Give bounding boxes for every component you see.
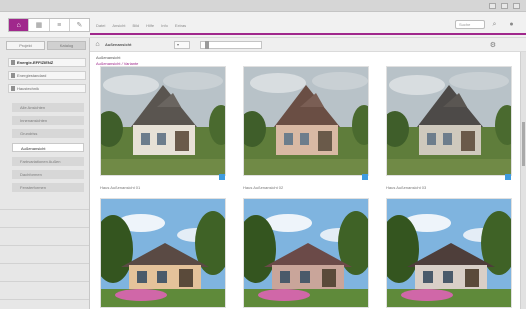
sidebar-divider xyxy=(0,299,89,300)
sidebar: Projekt Katalog Energie-EFFIZIENZ Energi… xyxy=(0,38,90,309)
window-controls xyxy=(489,3,520,9)
house-render-thumbnail[interactable] xyxy=(100,66,226,176)
sidebar-divider xyxy=(0,209,89,210)
tab-project[interactable]: Projekt xyxy=(6,41,45,50)
menu-item[interactable]: Hilfe xyxy=(146,23,154,28)
image-caption: Haus Außenansicht 03 xyxy=(386,185,427,190)
menu-item[interactable]: Info xyxy=(161,23,168,28)
folder-icon xyxy=(11,73,15,78)
house-render-thumbnail[interactable] xyxy=(100,198,226,308)
toolbar-icon-group: ⌂ ▦ ≡ ✎ xyxy=(8,18,90,32)
user-icon[interactable]: ● xyxy=(507,20,516,29)
image-caption: Haus Außenansicht 01 xyxy=(100,185,141,190)
sidebar-divider xyxy=(0,263,89,264)
selection-badge[interactable] xyxy=(362,174,368,180)
folder-icon xyxy=(11,60,15,65)
window-title xyxy=(240,3,286,9)
main-toolbar: ⌂ ▦ ≡ ✎ Datei Ansicht Bild Hilfe Info Ex… xyxy=(0,12,526,38)
grid-icon[interactable]: ▦ xyxy=(29,19,50,31)
menu-item[interactable]: Ansicht xyxy=(112,23,125,28)
view-dropdown[interactable]: ▾ xyxy=(174,41,190,49)
sidebar-divider xyxy=(0,227,89,228)
sidebar-item[interactable]: Alle Ansichten xyxy=(12,103,84,112)
selection-badge[interactable] xyxy=(219,174,225,180)
sidebar-item[interactable]: Innenansichten xyxy=(12,116,84,125)
tools-icon[interactable]: ✎ xyxy=(70,19,89,31)
tab-catalog[interactable]: Katalog xyxy=(47,41,86,50)
menu-item[interactable]: Extras xyxy=(175,23,186,28)
minimize-button[interactable] xyxy=(489,3,496,9)
zoom-slider-knob[interactable] xyxy=(205,41,209,49)
sidebar-section-standard[interactable]: Energiestandard xyxy=(8,71,86,80)
search-icon[interactable]: ⌕ xyxy=(490,20,499,29)
sidebar-divider xyxy=(0,281,89,282)
maximize-button[interactable] xyxy=(501,3,508,9)
accent-divider xyxy=(90,33,526,35)
breadcrumb-primary[interactable]: Außenansicht xyxy=(96,55,120,60)
content-header: ⌂ Außenansicht ▾ ⚙ xyxy=(90,38,526,52)
zoom-slider[interactable] xyxy=(200,41,262,49)
sidebar-section-label: Haustechnik xyxy=(17,86,40,91)
sidebar-section-energy[interactable]: Energie-EFFIZIENZ xyxy=(8,58,86,67)
house-render-thumbnail[interactable] xyxy=(243,198,369,308)
sidebar-item[interactable]: Farbvariationen Außen xyxy=(12,157,84,166)
sidebar-tabs: Projekt Katalog xyxy=(6,41,86,50)
sidebar-section-label: Energiestandard xyxy=(17,73,47,78)
sidebar-item-selected[interactable]: Außenansicht xyxy=(12,143,84,152)
sidebar-item[interactable]: Dachformen xyxy=(12,170,84,179)
house-render-thumbnail[interactable] xyxy=(243,66,369,176)
layers-icon[interactable]: ≡ xyxy=(50,19,70,31)
vertical-scrollbar[interactable] xyxy=(520,52,526,309)
sidebar-section-tech[interactable]: Haustechnik xyxy=(8,84,86,93)
image-caption: Haus Außenansicht 02 xyxy=(243,185,284,190)
folder-icon xyxy=(11,86,15,91)
sidebar-section-label: Energie-EFFIZIENZ xyxy=(17,60,54,65)
house-render-thumbnail[interactable] xyxy=(386,198,512,308)
house-icon[interactable]: ⌂ xyxy=(93,40,102,49)
sidebar-divider xyxy=(0,245,89,246)
house-icon[interactable]: ⌂ xyxy=(9,19,30,31)
content-title: Außenansicht xyxy=(105,42,132,47)
scrollbar-thumb[interactable] xyxy=(522,122,525,166)
search-input[interactable]: Suche xyxy=(455,20,485,29)
content-area: Außenansicht Außenansicht / Variante Hau… xyxy=(90,52,526,309)
sidebar-item[interactable]: Grundriss xyxy=(12,129,84,138)
menu-item[interactable]: Bild xyxy=(132,23,139,28)
close-button[interactable] xyxy=(513,3,520,9)
window-titlebar xyxy=(0,0,526,12)
selection-badge[interactable] xyxy=(505,174,511,180)
gear-icon[interactable]: ⚙ xyxy=(490,41,496,49)
house-render-thumbnail[interactable] xyxy=(386,66,512,176)
menu-bar: Datei Ansicht Bild Hilfe Info Extras xyxy=(96,23,186,28)
sidebar-item[interactable]: Fensterformen xyxy=(12,183,84,192)
menu-item[interactable]: Datei xyxy=(96,23,105,28)
